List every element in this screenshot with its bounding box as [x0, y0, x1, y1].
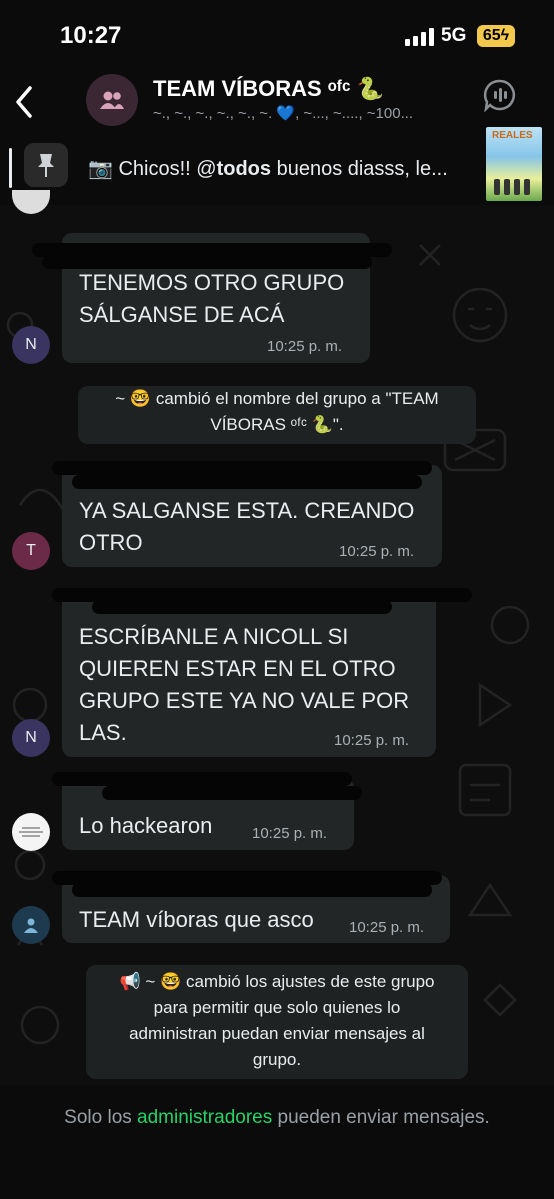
message-line: OTRO — [79, 530, 143, 555]
avatar-letter: T — [26, 542, 36, 559]
avatar[interactable] — [12, 813, 50, 851]
pinned-prefix: Chicos!! @ — [118, 158, 217, 180]
notice-text: Solo los administradores pueden enviar m… — [0, 1107, 554, 1129]
message-line: Lo hackearon — [79, 813, 213, 838]
avatar[interactable]: T — [12, 532, 50, 570]
default-user-icon — [24, 918, 38, 933]
message-bubble[interactable]: Lo hackearon 10:25 p. m. — [52, 772, 362, 850]
chat-header: TEAM VÍBORAS ᵒᶠᶜ 🐍 ~., ~., ~., ~., ~., ~… — [0, 72, 554, 132]
message-time: 10:25 p. m. — [334, 732, 410, 749]
system-line: VÍBORAS ᵒᶠᶜ 🐍". — [210, 415, 344, 434]
message-line: YA SALGANSE ESTA. CREANDO — [79, 498, 415, 523]
pinned-thumbnail[interactable]: REALES — [486, 127, 542, 201]
status-bar: 10:27 5G 65 ϟ — [0, 0, 554, 72]
message-line: GRUPO ESTE YA NO VALE POR — [79, 688, 410, 713]
battery-indicator: 65 ϟ — [477, 25, 515, 47]
avatar[interactable] — [12, 906, 50, 944]
message-line: QUIEREN ESTAR EN EL OTRO — [79, 656, 396, 681]
charging-icon: ϟ — [500, 27, 510, 44]
thumbnail-title: REALES — [492, 130, 533, 141]
admin-only-notice: Solo los administradores pueden enviar m… — [0, 1085, 554, 1199]
message-time: 10:25 p. m. — [267, 338, 343, 355]
voice-chat-icon[interactable] — [483, 78, 517, 112]
camera-icon: 📷 — [88, 158, 113, 180]
pinned-indicator — [9, 148, 12, 188]
avatar-letter: N — [25, 336, 37, 353]
message-line: ESCRÍBANLE A NICOLL SI — [79, 624, 349, 649]
back-arrow-icon[interactable] — [10, 78, 36, 122]
message-bubble[interactable]: TENEMOS OTRO GRUPO SÁLGANSE DE ACÁ 10:25… — [32, 233, 392, 363]
message-bubble[interactable]: ESCRÍBANLE A NICOLL SI QUIEREN ESTAR EN … — [52, 588, 472, 757]
message-bubble[interactable]: TEAM víboras que asco 10:25 p. m. — [52, 871, 450, 943]
notice-prefix: Solo los — [64, 1107, 138, 1128]
message-time: 10:25 p. m. — [349, 919, 425, 936]
group-members[interactable]: ~., ~., ~., ~., ~., ~. 💙, ~..., ~...., ~… — [153, 104, 473, 122]
cellular-signal-icon — [405, 28, 434, 46]
pinned-mention[interactable]: todos — [217, 158, 271, 180]
message-line: TENEMOS OTRO GRUPO — [79, 270, 345, 295]
battery-level: 65 — [482, 27, 501, 44]
pin-icon — [38, 154, 54, 177]
message-time: 10:25 p. m. — [339, 543, 415, 560]
notice-suffix: pueden enviar mensajes. — [272, 1107, 490, 1128]
avatar-image-icon — [19, 827, 43, 837]
pinned-rest: buenos diasss, le... — [271, 158, 448, 180]
group-title[interactable]: TEAM VÍBORAS ᵒᶠᶜ 🐍 — [153, 76, 384, 102]
avatar[interactable]: N — [12, 719, 50, 757]
pin-button[interactable] — [24, 143, 68, 187]
system-line: ~ 🤓 cambió el nombre del grupo a "TEAM — [115, 389, 439, 408]
message-time: 10:25 p. m. — [252, 825, 328, 842]
network-type: 5G — [441, 25, 467, 46]
admins-link[interactable]: administradores — [137, 1107, 272, 1128]
system-line: para permitir que solo quienes lo — [153, 998, 401, 1017]
message-line: TEAM víboras que asco — [79, 907, 314, 932]
message-line: SÁLGANSE DE ACÁ — [79, 302, 285, 327]
pinned-text: 📷 Chicos!! @todos buenos diasss, le... — [88, 156, 474, 181]
avatar[interactable]: N — [12, 326, 50, 364]
system-line: grupo. — [252, 1050, 302, 1069]
system-message: 📢 ~ 🤓 cambió los ajustes de este grupo p… — [86, 965, 468, 1079]
pinned-message[interactable]: 📷 Chicos!! @todos buenos diasss, le... R… — [0, 127, 554, 202]
group-avatar[interactable] — [86, 74, 138, 126]
clock: 10:27 — [60, 22, 122, 49]
avatar-letter: N — [25, 729, 37, 746]
system-line: 📢 ~ 🤓 cambió los ajustes de este grupo — [119, 972, 435, 991]
system-message: ~ 🤓 cambió el nombre del grupo a "TEAM V… — [78, 386, 476, 444]
message-bubble[interactable]: YA SALGANSE ESTA. CREANDO OTRO 10:25 p. … — [52, 461, 442, 567]
group-icon — [100, 91, 124, 109]
message-line: LAS. — [79, 720, 127, 745]
system-line: administran puedan enviar mensajes al — [129, 1024, 425, 1043]
